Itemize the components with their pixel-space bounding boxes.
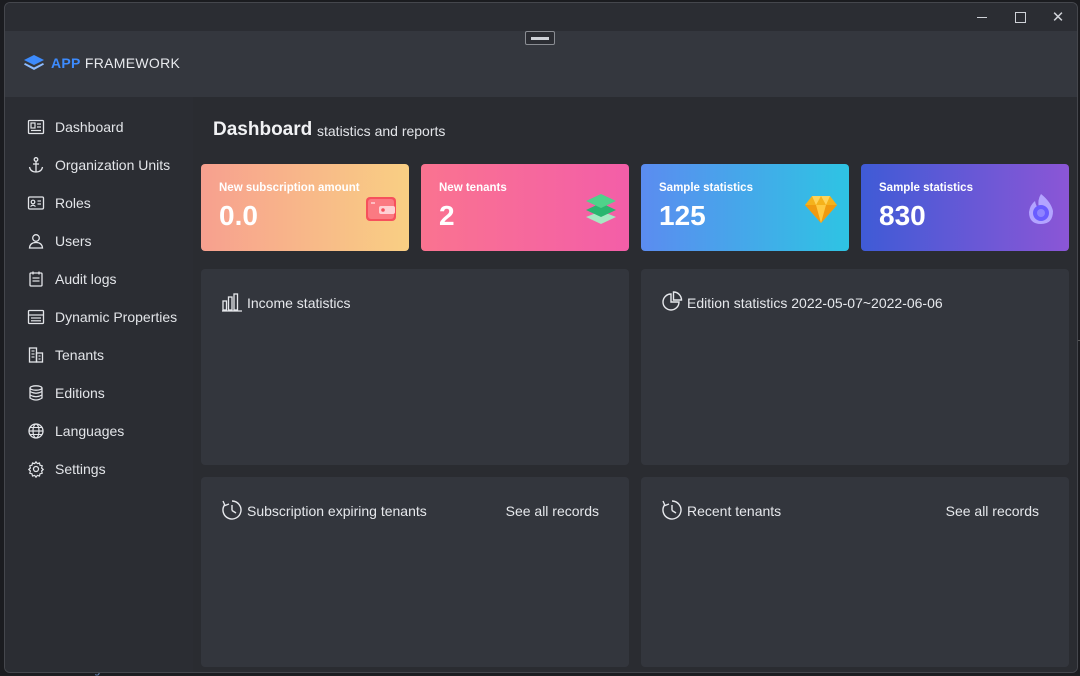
stat-value: 2 [439, 200, 455, 231]
sidebar-item-settings[interactable]: Settings [5, 452, 193, 486]
stat-value: 125 [659, 200, 706, 231]
sidebar-item-label: Users [55, 233, 92, 249]
clock-icon [662, 500, 682, 520]
sidebar-item-dynamic-properties[interactable]: Dynamic Properties [5, 300, 193, 334]
user-icon [28, 234, 44, 249]
close-icon: ✕ [1051, 8, 1065, 26]
stat-card-sample-statistics-1[interactable]: Sample statistics 125 [641, 164, 849, 251]
panel-title: Income statistics [247, 295, 351, 311]
id-card-icon [27, 196, 45, 210]
title-bar[interactable]: ✕ [5, 3, 1077, 31]
sidebar-item-label: Organization Units [55, 157, 171, 173]
app-window: ✕ APP FRAMEWORK Dashboard Organization U… [4, 2, 1078, 673]
sidebar-item-label: Audit logs [55, 271, 117, 287]
income-statistics-panel: Income statistics [201, 269, 629, 465]
clipboard-icon [29, 271, 43, 287]
sidebar-item-roles[interactable]: Roles [5, 186, 193, 220]
sidebar-item-editions[interactable]: Editions [5, 376, 193, 410]
clock-icon [222, 500, 242, 520]
bar-chart-icon [222, 293, 242, 312]
sidebar-item-dashboard[interactable]: Dashboard [5, 110, 193, 144]
logo-suffix: FRAMEWORK [84, 55, 181, 71]
stat-card-new-tenants[interactable]: New tenants 2 [421, 164, 629, 251]
sidebar-item-tenants[interactable]: Tenants [5, 338, 193, 372]
stat-title: New tenants [439, 182, 507, 194]
close-button[interactable]: ✕ [1039, 3, 1077, 31]
sidebar-item-label: Editions [55, 385, 105, 401]
panel-title: Recent tenants [687, 503, 782, 519]
sidebar-item-organization-units[interactable]: Organization Units [5, 148, 193, 182]
minimize-icon [977, 16, 987, 18]
drag-handle[interactable] [525, 31, 555, 45]
sidebar-item-languages[interactable]: Languages [5, 414, 193, 448]
sidebar-item-label: Dashboard [55, 119, 124, 135]
stat-title: Sample statistics [659, 182, 753, 194]
dashboard-icon [27, 119, 45, 135]
panel-title: Subscription expiring tenants [247, 503, 427, 519]
sidebar-item-label: Dynamic Properties [55, 309, 178, 325]
page-subtitle: statistics and reports [317, 123, 446, 139]
pie-chart-icon [662, 291, 683, 311]
gear-icon [27, 460, 45, 478]
anchor-icon [28, 157, 44, 173]
see-all-records-link[interactable]: See all records [506, 503, 599, 519]
logo-prefix: APP [51, 55, 81, 71]
sidebar-item-audit-logs[interactable]: Audit logs [5, 262, 193, 296]
sidebar: Dashboard Organization Units Roles Users… [5, 97, 193, 672]
minimize-button[interactable] [963, 3, 1001, 31]
flame-icon [1029, 194, 1053, 224]
drag-handle-bar [531, 36, 549, 40]
layers-icon [586, 194, 616, 224]
edition-statistics-panel: Edition statistics 2022-05-07~2022-06-06 [641, 269, 1069, 465]
wallet-icon [366, 197, 396, 221]
subscription-expiring-tenants-panel: Subscription expiring tenants See all re… [201, 477, 629, 667]
maximize-button[interactable] [1001, 3, 1039, 31]
panel-title: Edition statistics 2022-05-07~2022-06-06 [687, 295, 943, 311]
page-title: Dashboard [213, 119, 313, 140]
sidebar-item-label: Roles [55, 195, 91, 211]
stat-value: 830 [879, 200, 926, 231]
list-icon [27, 309, 45, 325]
building-icon [28, 347, 44, 363]
recent-tenants-panel: Recent tenants See all records [641, 477, 1069, 667]
sidebar-item-label: Languages [55, 423, 125, 439]
logo-icon [24, 55, 44, 70]
maximize-icon [1014, 11, 1026, 23]
see-all-records-link[interactable]: See all records [946, 503, 1039, 519]
stat-card-subscription-amount[interactable]: New subscription amount 0.0 [201, 164, 409, 251]
sidebar-item-users[interactable]: Users [5, 224, 193, 258]
app-logo[interactable]: APP FRAMEWORK [23, 54, 180, 72]
sidebar-item-label: Settings [55, 461, 106, 477]
main-content: Dashboard statistics and reports New sub… [193, 97, 1077, 672]
stat-title: Sample statistics [879, 182, 973, 194]
stat-card-sample-statistics-2[interactable]: Sample statistics 830 [861, 164, 1069, 251]
app-logo-text: APP FRAMEWORK [51, 55, 180, 71]
sidebar-item-label: Tenants [55, 347, 105, 363]
database-icon [29, 385, 43, 401]
stat-title: New subscription amount [219, 182, 360, 194]
stat-value: 0.0 [219, 200, 258, 231]
globe-icon [28, 423, 44, 439]
diamond-icon [805, 196, 837, 223]
